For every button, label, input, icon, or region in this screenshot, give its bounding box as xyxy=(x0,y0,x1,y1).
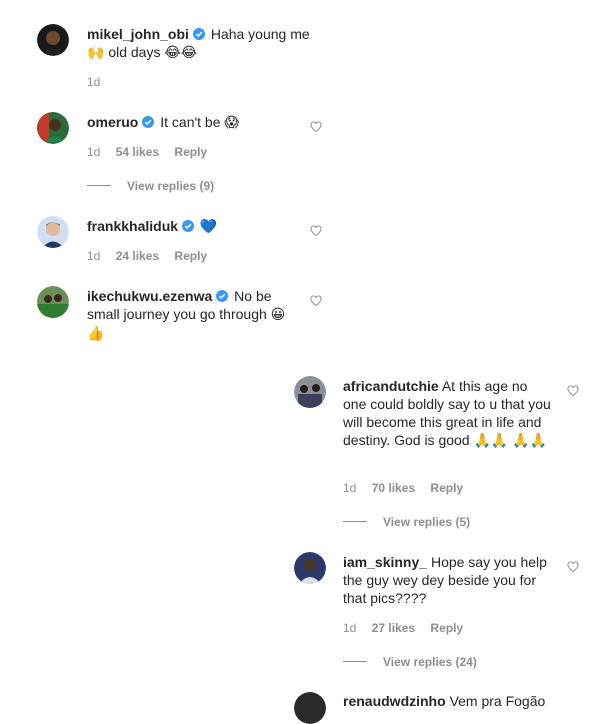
verified-badge-icon xyxy=(216,288,229,302)
verified-badge-icon xyxy=(182,218,195,232)
reply-body: africandutchie At this age no one could … xyxy=(343,377,553,450)
divider-line xyxy=(343,661,367,663)
reply-text: Vem pra Fogão xyxy=(449,693,546,709)
view-replies-label: View replies (24) xyxy=(383,654,477,669)
reply-body: renaudwdzinho Vem pra Fogão xyxy=(343,692,553,710)
view-replies-button[interactable]: View replies (5) xyxy=(343,514,470,529)
likes-count[interactable]: 70 likes xyxy=(372,481,415,495)
reply-button[interactable]: Reply xyxy=(174,249,207,263)
avatar[interactable] xyxy=(294,376,326,408)
reply-button[interactable]: Reply xyxy=(430,481,463,495)
avatar[interactable] xyxy=(37,112,69,144)
avatar[interactable] xyxy=(294,552,326,584)
avatar[interactable] xyxy=(294,692,326,724)
comment-meta: 1d 24 likes Reply xyxy=(87,249,219,263)
divider-line xyxy=(87,185,111,187)
timestamp[interactable]: 1d xyxy=(87,145,100,159)
likes-count[interactable]: 27 likes xyxy=(372,621,415,635)
like-heart-icon[interactable] xyxy=(310,225,322,237)
username[interactable]: iam_skinny_ xyxy=(343,554,427,570)
like-heart-icon[interactable] xyxy=(567,385,579,397)
like-heart-icon[interactable] xyxy=(310,295,322,307)
grinning-emoji: 😀 xyxy=(270,307,286,323)
comment-text: Haha young me xyxy=(210,26,310,42)
username[interactable]: africandutchie xyxy=(343,378,439,394)
avatar[interactable] xyxy=(37,24,69,56)
comment-body: omeruo It can't be 😱 xyxy=(87,113,317,132)
comment-meta: 1d xyxy=(87,75,112,89)
username[interactable]: renaudwdzinho xyxy=(343,693,446,709)
comment-body: frankkhaliduk 💙 xyxy=(87,217,317,236)
screaming-emoji: 😱 xyxy=(224,115,239,131)
verified-badge-icon xyxy=(192,26,205,40)
timestamp[interactable]: 1d xyxy=(87,249,100,263)
likes-count[interactable]: 54 likes xyxy=(116,145,159,159)
likes-count[interactable]: 24 likes xyxy=(116,249,159,263)
comment-text: It can't be xyxy=(160,114,221,130)
praying-hands-emoji: 🙏🙏 xyxy=(512,433,548,449)
view-replies-label: View replies (5) xyxy=(383,514,471,529)
reply-body: iam_skinny_ Hope say you help the guy we… xyxy=(343,553,553,607)
thumbs-up-emoji: 👍 xyxy=(87,326,105,342)
praying-hands-emoji: 🙏🙏 xyxy=(473,433,509,449)
timestamp[interactable]: 1d xyxy=(87,75,100,89)
raised-hands-emoji: 🙌 xyxy=(87,45,105,61)
like-heart-icon[interactable] xyxy=(310,121,322,133)
view-replies-button[interactable]: View replies (24) xyxy=(343,654,477,669)
username[interactable]: omeruo xyxy=(87,114,138,130)
reply-button[interactable]: Reply xyxy=(430,621,463,635)
laughing-emoji: 😂😂 xyxy=(164,45,198,61)
comment-text-line2: old days xyxy=(108,44,161,60)
username[interactable]: mikel_john_obi xyxy=(87,26,189,42)
blue-heart-emoji: 💙 xyxy=(199,219,218,235)
avatar[interactable] xyxy=(37,286,69,318)
verified-badge-icon xyxy=(142,114,155,128)
username[interactable]: ikechukwu.ezenwa xyxy=(87,288,212,304)
comment-meta: 1d 54 likes Reply xyxy=(87,145,219,159)
reply-button[interactable]: Reply xyxy=(174,145,207,159)
divider-line xyxy=(343,521,367,523)
like-heart-icon[interactable] xyxy=(567,561,579,573)
avatar[interactable] xyxy=(37,216,69,248)
timestamp[interactable]: 1d xyxy=(343,481,356,495)
view-replies-label: View replies (9) xyxy=(127,178,215,193)
comment-body: mikel_john_obi Haha young me 🙌 old days … xyxy=(87,25,317,62)
comment-body: ikechukwu.ezenwa No be small journey you… xyxy=(87,287,302,343)
view-replies-button[interactable]: View replies (9) xyxy=(87,178,214,193)
timestamp[interactable]: 1d xyxy=(343,621,356,635)
reply-meta: 1d 27 likes Reply xyxy=(343,621,475,635)
reply-meta: 1d 70 likes Reply xyxy=(343,481,475,495)
username[interactable]: frankkhaliduk xyxy=(87,218,178,234)
